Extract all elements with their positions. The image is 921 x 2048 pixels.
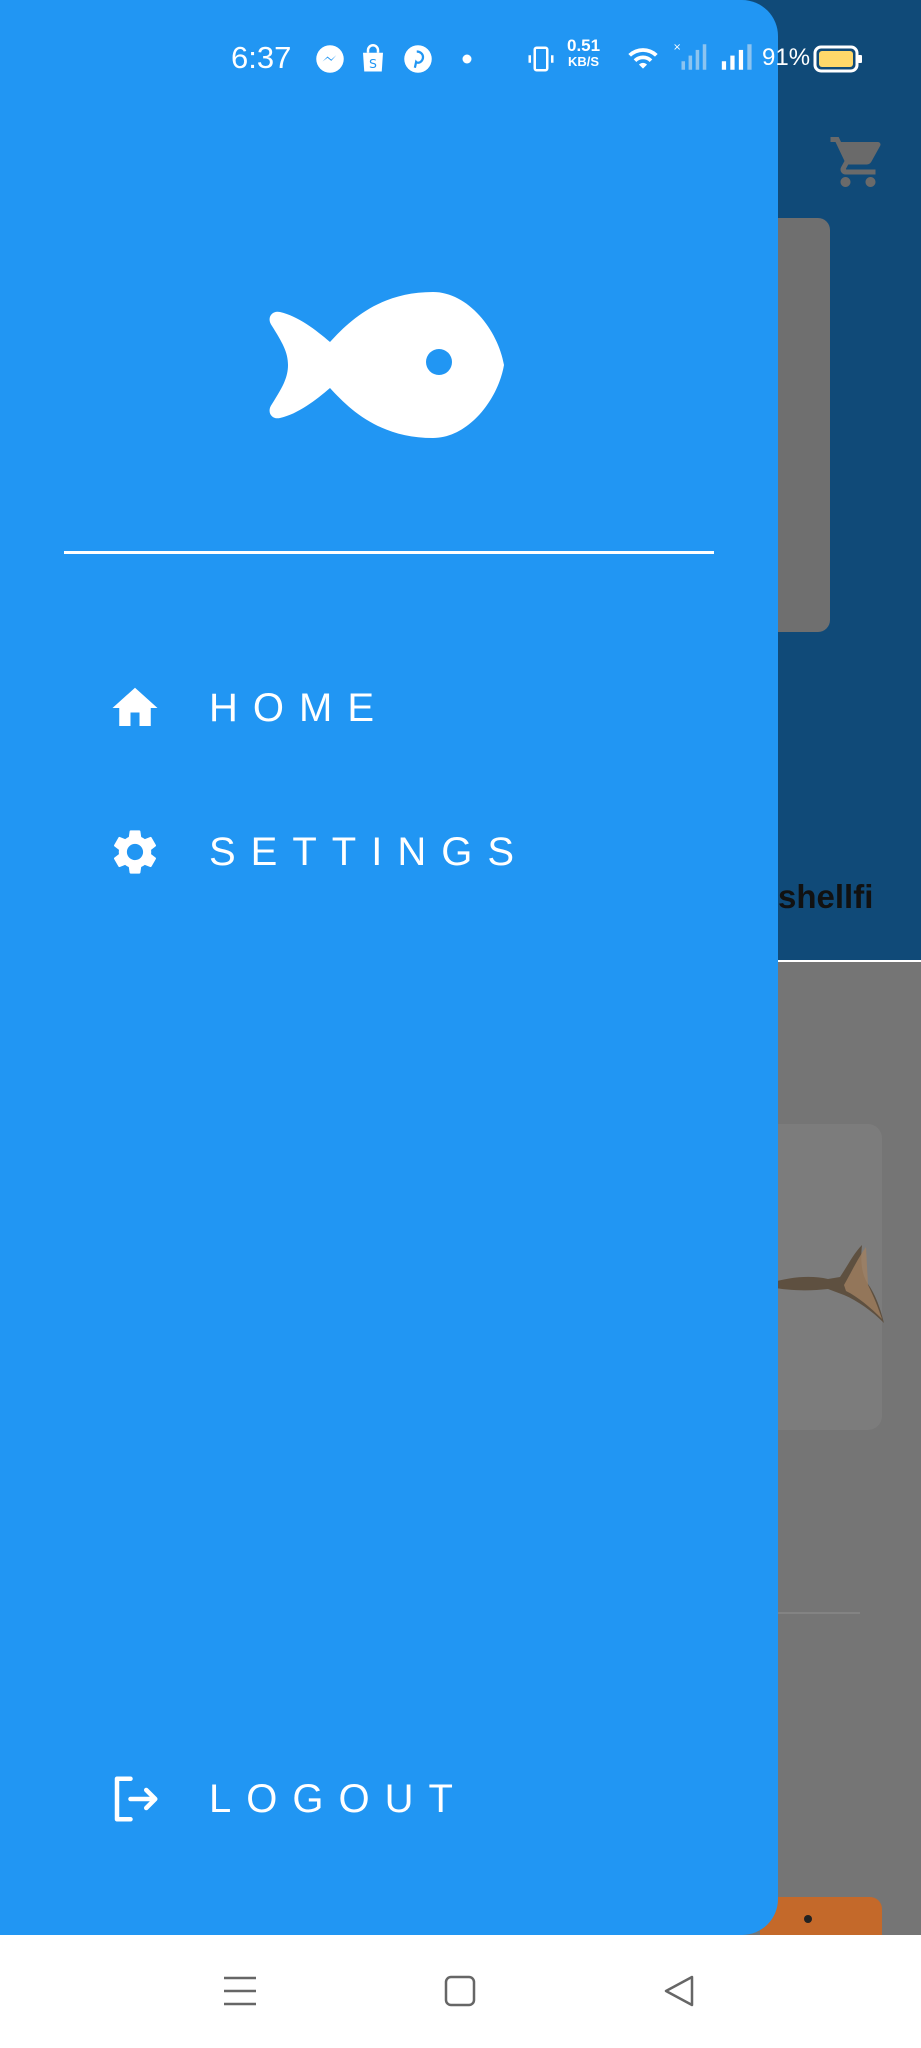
category-label: shellfi [778, 878, 874, 915]
dot-icon [462, 54, 472, 64]
menu-item-label: HOME [209, 685, 389, 730]
gear-icon [108, 825, 162, 879]
wifi-icon [628, 48, 658, 69]
navigation-drawer: HOME SETTINGS LOGOUT [0, 0, 778, 1935]
net-speed-value: 0.51 [567, 36, 601, 55]
fish-icon [269, 292, 504, 438]
net-speed-unit: KB/S [568, 54, 600, 69]
net-speed: 0.51 KB/S [567, 36, 601, 70]
menu-item-label: LOGOUT [209, 1776, 468, 1821]
product-image [760, 1897, 882, 1937]
fish-image [770, 1245, 884, 1323]
home-square-icon[interactable] [438, 1969, 482, 2013]
signal-icon: × [673, 42, 707, 70]
svg-text:S: S [369, 56, 377, 71]
svg-text:×: × [673, 42, 681, 53]
home-icon [108, 681, 162, 735]
menu-item-settings[interactable]: SETTINGS [108, 822, 529, 882]
shopping-bag-icon: S [363, 44, 383, 72]
logout-icon [108, 1772, 162, 1826]
dot [804, 1915, 812, 1923]
system-nav-bar [0, 1935, 921, 2048]
cart-icon [830, 137, 881, 187]
pinterest-icon [404, 45, 432, 73]
messenger-icon [316, 45, 344, 73]
status-bar: 6:37 S 0.51 KB/S × 91% [0, 30, 921, 90]
menu-icon[interactable] [218, 1969, 262, 2013]
menu-item-logout[interactable]: LOGOUT [108, 1769, 468, 1829]
menu-item-label: SETTINGS [209, 829, 530, 874]
status-time: 6:37 [231, 40, 292, 75]
battery-icon [813, 45, 862, 73]
menu-item-home[interactable]: HOME [108, 678, 389, 738]
back-triangle-icon[interactable] [658, 1969, 702, 2013]
vibrate-icon [528, 46, 554, 72]
battery-percent: 91% [762, 44, 811, 71]
signal-icon [721, 44, 752, 70]
header-divider [64, 551, 714, 554]
